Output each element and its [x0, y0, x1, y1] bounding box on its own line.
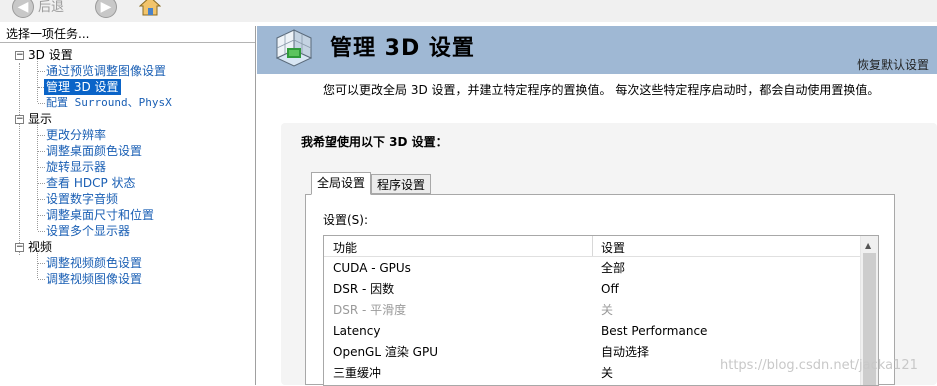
tree-item-multi-display[interactable]: 设置多个显示器: [0, 223, 255, 239]
tree-connector: [38, 263, 45, 264]
settings-label: 设置(S):: [323, 213, 369, 227]
value-cell: 关: [601, 303, 614, 317]
feature-cell: DSR - 因数: [333, 282, 395, 296]
tree-item-label[interactable]: 配置 Surround、PhysX: [46, 95, 172, 111]
tree-connector: [38, 151, 45, 152]
feature-cell: CUDA - GPUs: [333, 261, 411, 275]
tree-connector: [38, 279, 45, 280]
tree-item-label[interactable]: 更改分辨率: [46, 127, 106, 143]
settings-panel: 我希望使用以下 3D 设置： 全局设置 程序设置 设置(S): 功能 设置 CU…: [281, 123, 937, 386]
tree-item-desktop-color[interactable]: 调整桌面颜色设置: [0, 143, 255, 159]
list-row[interactable]: DSR - 因数 Off: [324, 279, 860, 300]
feature-cell: 三重缓冲: [333, 366, 382, 380]
value-cell[interactable]: 自动选择: [601, 342, 649, 363]
column-header-feature[interactable]: 功能: [333, 239, 357, 256]
tree-connector: [38, 199, 45, 200]
value-cell[interactable]: Off: [601, 279, 619, 300]
tree-item-label[interactable]: 调整视频颜色设置: [46, 255, 142, 271]
forward-button[interactable]: ▶: [95, 0, 117, 18]
tab-global-settings[interactable]: 全局设置: [311, 172, 372, 195]
tree-item-label-selected[interactable]: 管理 3D 设置: [44, 79, 121, 95]
tree-item-preview-image[interactable]: 通过预览调整图像设置: [0, 63, 255, 79]
list-row[interactable]: Latency Best Performance: [324, 321, 860, 342]
back-button[interactable]: ◀: [12, 0, 34, 18]
watermark-text: https://blog.csdn.net/jacka121: [720, 358, 918, 373]
tree-item-label[interactable]: 旋转显示器: [46, 159, 106, 175]
toolbar: ◀ 后退 ▶: [0, 0, 937, 22]
value-cell[interactable]: 关: [601, 363, 613, 384]
column-header-setting[interactable]: 设置: [601, 239, 625, 256]
tree-item-video-image[interactable]: 调整视频图像设置: [0, 271, 255, 287]
list-header: 功能 设置: [324, 236, 860, 257]
scroll-up-icon[interactable]: ▲: [865, 241, 871, 250]
tree-item-label[interactable]: 设置数字音频: [46, 191, 118, 207]
tree-connector: [38, 215, 45, 216]
tree-item-surround-physx[interactable]: 配置 Surround、PhysX: [0, 95, 255, 111]
tree-item-label[interactable]: 调整桌面尺寸和位置: [46, 207, 154, 223]
tree-item-resolution[interactable]: 更改分辨率: [0, 127, 255, 143]
task-pane: 选择一项任务... − 3D 设置 通过预览调整图像设置 管理 3D 设置 配置…: [0, 26, 256, 385]
list-row[interactable]: CUDA - GPUs 全部: [324, 258, 860, 279]
tree-item-desktop-size[interactable]: 调整桌面尺寸和位置: [0, 207, 255, 223]
collapse-icon[interactable]: −: [15, 115, 24, 124]
tab-label: 全局设置: [317, 176, 366, 190]
tree-connector: [38, 135, 45, 136]
tree-category-3d[interactable]: − 3D 设置: [0, 47, 255, 63]
tab-program-settings[interactable]: 程序设置: [371, 174, 432, 194]
tree-category-display[interactable]: − 显示: [0, 111, 255, 127]
panel-heading: 我希望使用以下 3D 设置：: [301, 135, 448, 149]
tree-connector: [38, 231, 45, 232]
tab-content: 设置(S): 功能 设置 CUDA - GPUs 全部 DSR - 因数 Off…: [305, 194, 895, 386]
value-cell[interactable]: 全部: [601, 258, 625, 279]
page-title: 管理 3D 设置: [330, 36, 475, 61]
tree-connector: [38, 167, 45, 168]
tree-item-label[interactable]: 调整桌面颜色设置: [46, 143, 142, 159]
3d-cube-icon: [275, 29, 313, 67]
feature-cell: Latency: [333, 324, 381, 338]
restore-defaults-link[interactable]: 恢复默认设置: [857, 56, 929, 73]
tree-item-label[interactable]: 设置多个显示器: [46, 223, 130, 239]
tree-item-manage-3d[interactable]: 管理 3D 设置: [0, 79, 255, 95]
page-banner: 管理 3D 设置 恢复默认设置: [257, 26, 937, 74]
tree-connector: [38, 103, 45, 104]
tree-item-label[interactable]: 通过预览调整图像设置: [46, 63, 166, 79]
back-label[interactable]: 后退: [38, 0, 64, 15]
value-cell[interactable]: Best Performance: [601, 321, 707, 342]
tree-item-digital-audio[interactable]: 设置数字音频: [0, 191, 255, 207]
home-icon[interactable]: [139, 0, 161, 16]
feature-cell: DSR - 平滑度: [333, 303, 407, 317]
feature-cell: OpenGL 渲染 GPU: [333, 345, 438, 359]
category-label: 显示: [28, 112, 53, 126]
column-divider[interactable]: [592, 236, 593, 256]
arrow-left-icon: ◀: [17, 0, 29, 15]
tree-connector: [38, 183, 45, 184]
page-description: 您可以更改全局 3D 设置，并建立特定程序的置换值。 每次这些特定程序启动时，都…: [323, 83, 880, 97]
collapse-icon[interactable]: −: [15, 51, 24, 60]
arrow-right-icon: ▶: [100, 0, 112, 15]
tree-item-hdcp[interactable]: 查看 HDCP 状态: [0, 175, 255, 191]
tree-item-rotate[interactable]: 旋转显示器: [0, 159, 255, 175]
category-label: 视频: [28, 240, 53, 254]
tree-connector: [38, 71, 45, 72]
collapse-icon[interactable]: −: [15, 243, 24, 252]
task-pane-header: 选择一项任务...: [0, 26, 255, 43]
tab-label: 程序设置: [377, 178, 426, 192]
list-row-disabled: DSR - 平滑度 关: [324, 300, 860, 321]
tree-item-label[interactable]: 调整视频图像设置: [46, 271, 142, 287]
category-label: 3D 设置: [28, 48, 73, 62]
tree-category-video[interactable]: − 视频: [0, 239, 255, 255]
tree-item-label[interactable]: 查看 HDCP 状态: [46, 175, 136, 191]
tree-item-video-color[interactable]: 调整视频颜色设置: [0, 255, 255, 271]
content-pane: 管理 3D 设置 恢复默认设置 您可以更改全局 3D 设置，并建立特定程序的置换…: [257, 26, 937, 386]
